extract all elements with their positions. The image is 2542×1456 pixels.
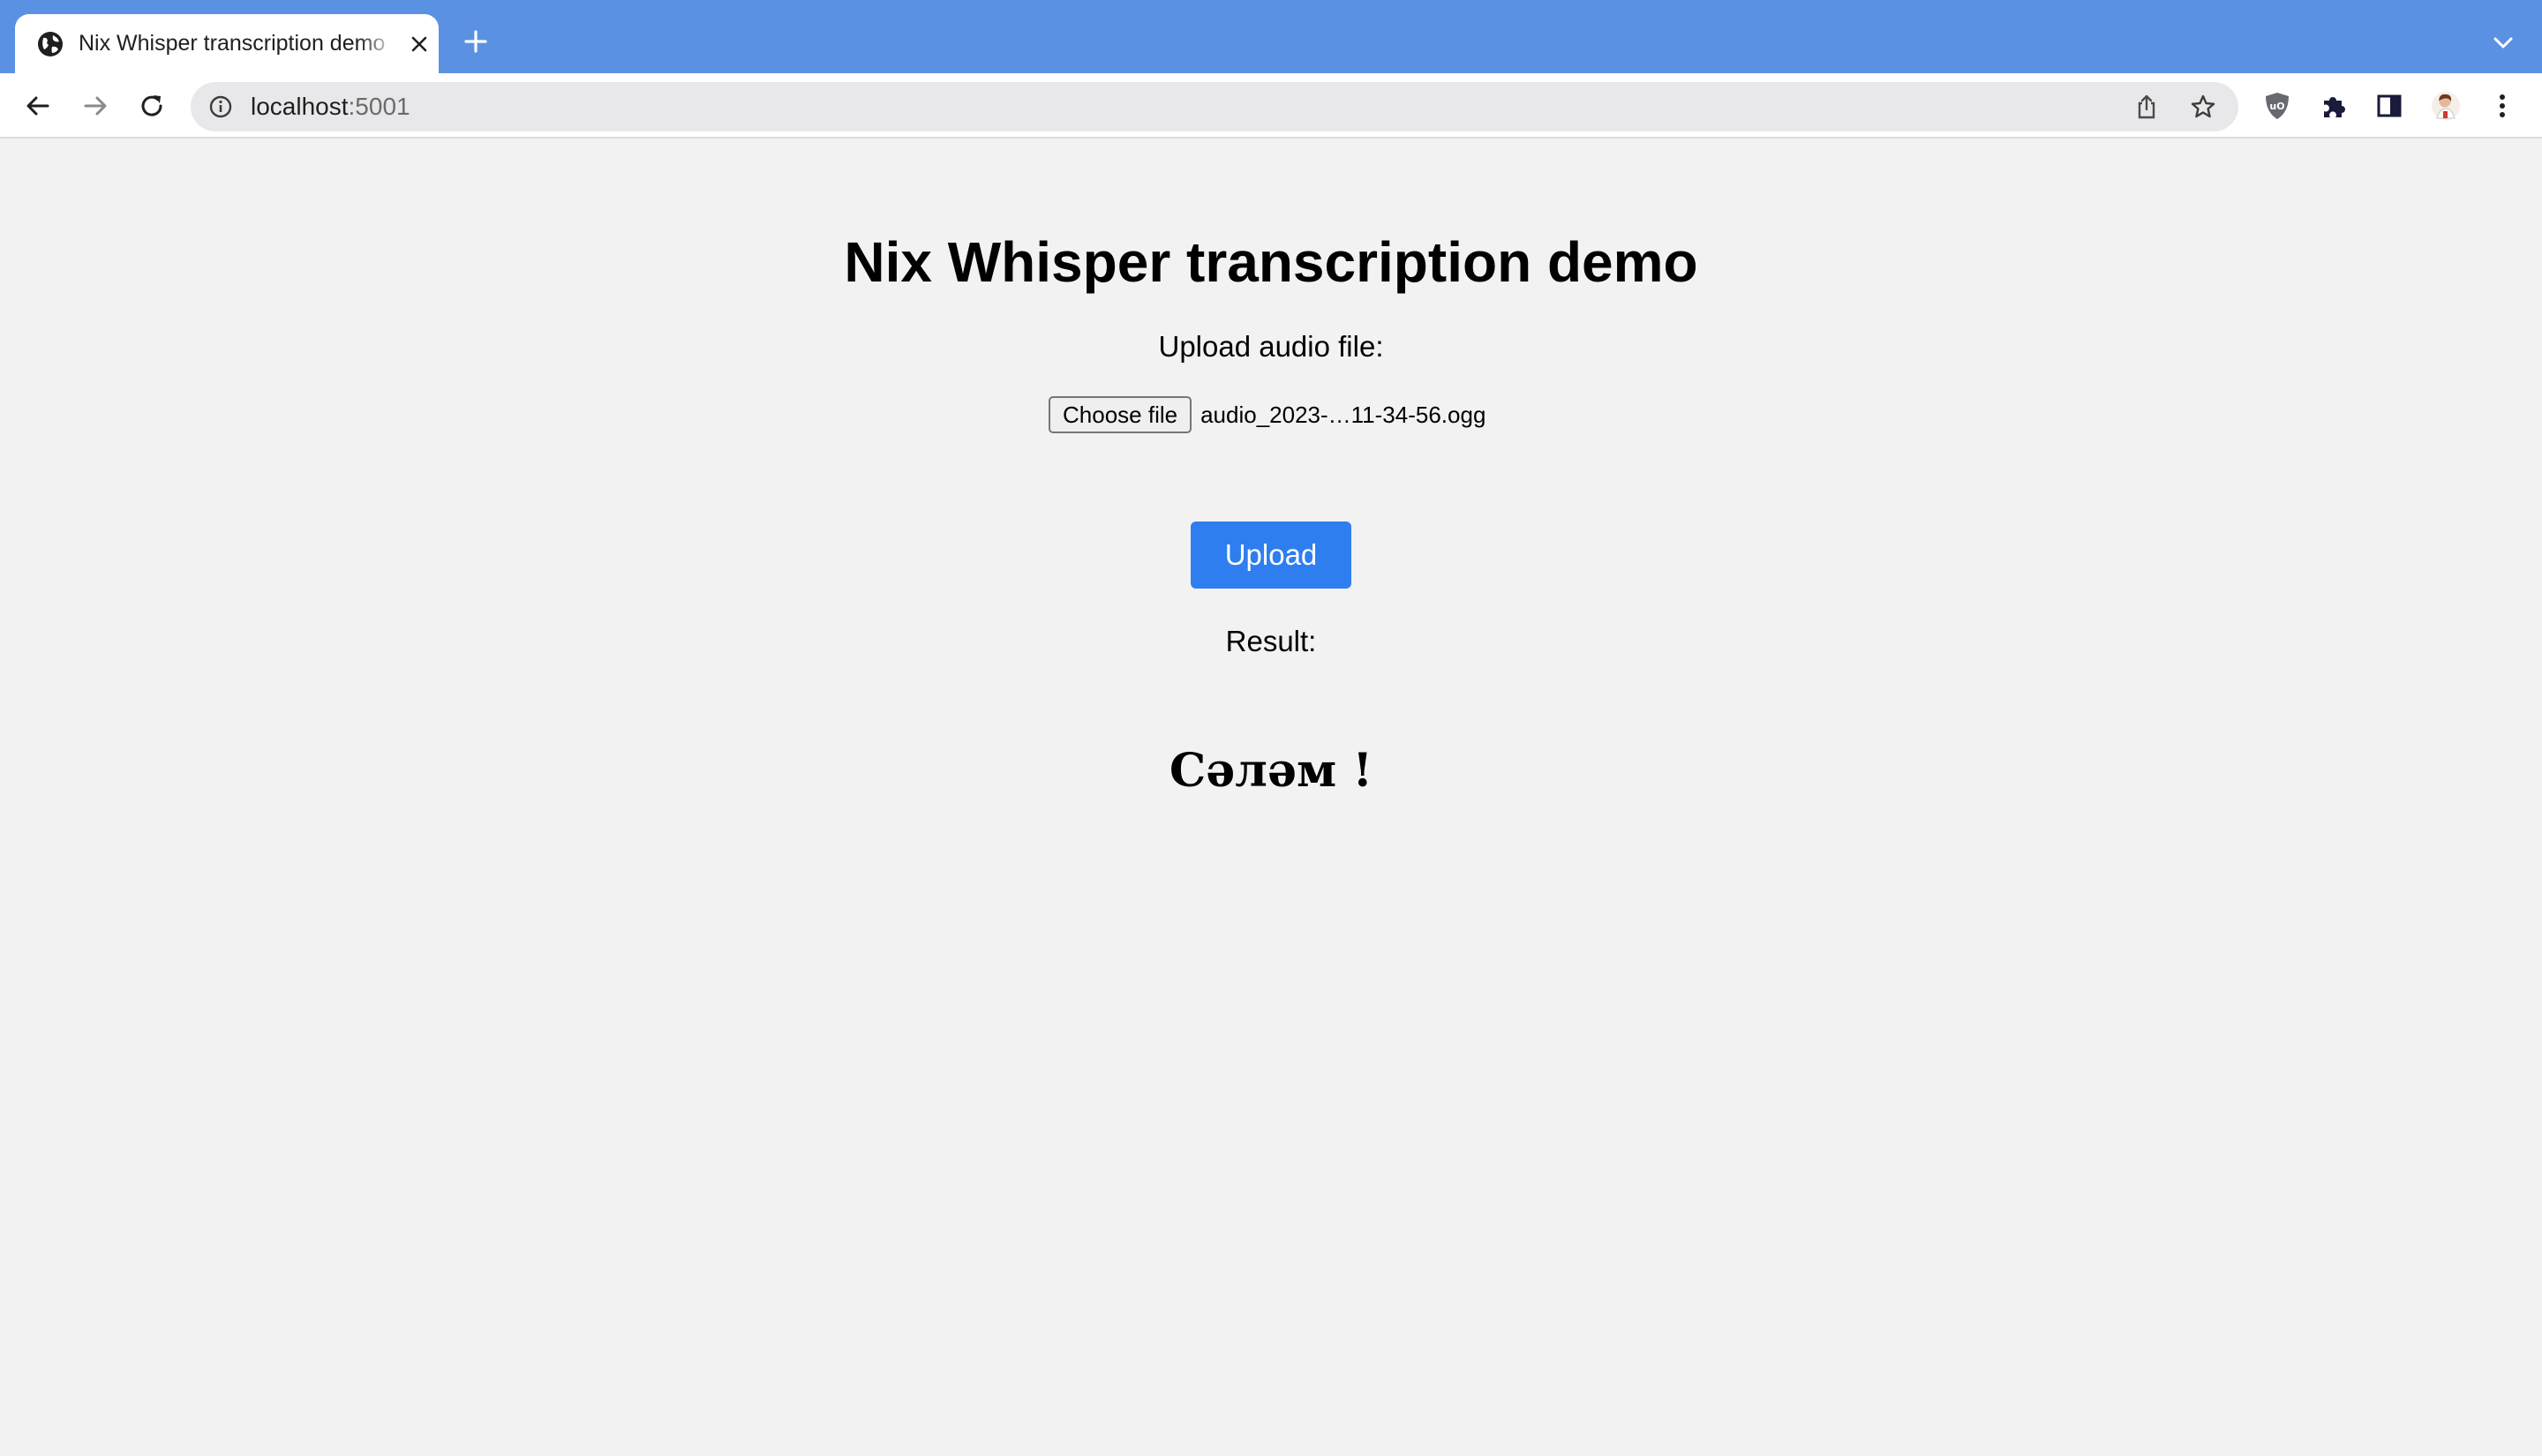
info-icon[interactable] [208, 94, 233, 119]
share-icon[interactable] [2132, 93, 2161, 121]
browser-toolbar: localhost:5001 uO [0, 73, 2542, 139]
profile-avatar-icon[interactable] [2428, 88, 2463, 124]
star-icon[interactable] [2189, 93, 2217, 121]
url-host: localhost [251, 93, 349, 120]
tab-title: Nix Whisper transcription demo [79, 31, 386, 56]
address-bar[interactable]: localhost:5001 [191, 82, 2238, 131]
ublock-shield-icon[interactable]: uO [2260, 88, 2295, 124]
page-title: Nix Whisper transcription demo [844, 230, 1698, 294]
upload-label: Upload audio file: [1158, 330, 1384, 363]
puzzle-extensions-icon[interactable] [2316, 88, 2351, 124]
svg-text:uO: uO [2269, 101, 2284, 112]
browser-tab-active[interactable]: Nix Whisper transcription demo [15, 14, 439, 73]
transcription-result: Сәләм ! [1169, 744, 1373, 798]
close-icon[interactable] [409, 34, 430, 55]
plus-icon[interactable] [461, 26, 491, 56]
url-port: :5001 [348, 93, 410, 120]
chevron-down-icon[interactable] [2489, 32, 2517, 55]
browser-tabstrip: Nix Whisper transcription demo [0, 0, 2542, 73]
file-input[interactable]: Choose file audio_2023-…11-34-56.ogg [1049, 396, 1485, 433]
back-arrow-icon[interactable] [20, 88, 56, 124]
kebab-menu-icon[interactable] [2485, 88, 2520, 124]
page-content: Nix Whisper transcription demo Upload au… [0, 140, 2542, 1456]
upload-button[interactable]: Upload [1191, 522, 1351, 589]
globe-icon [38, 32, 63, 56]
reload-icon[interactable] [134, 88, 169, 124]
url-text[interactable]: localhost:5001 [251, 82, 410, 131]
side-panel-icon[interactable] [2372, 88, 2407, 124]
selected-file-name: audio_2023-…11-34-56.ogg [1200, 402, 1486, 428]
result-label: Result: [1225, 625, 1317, 657]
choose-file-button[interactable]: Choose file [1049, 396, 1192, 433]
forward-arrow-icon[interactable] [78, 88, 113, 124]
